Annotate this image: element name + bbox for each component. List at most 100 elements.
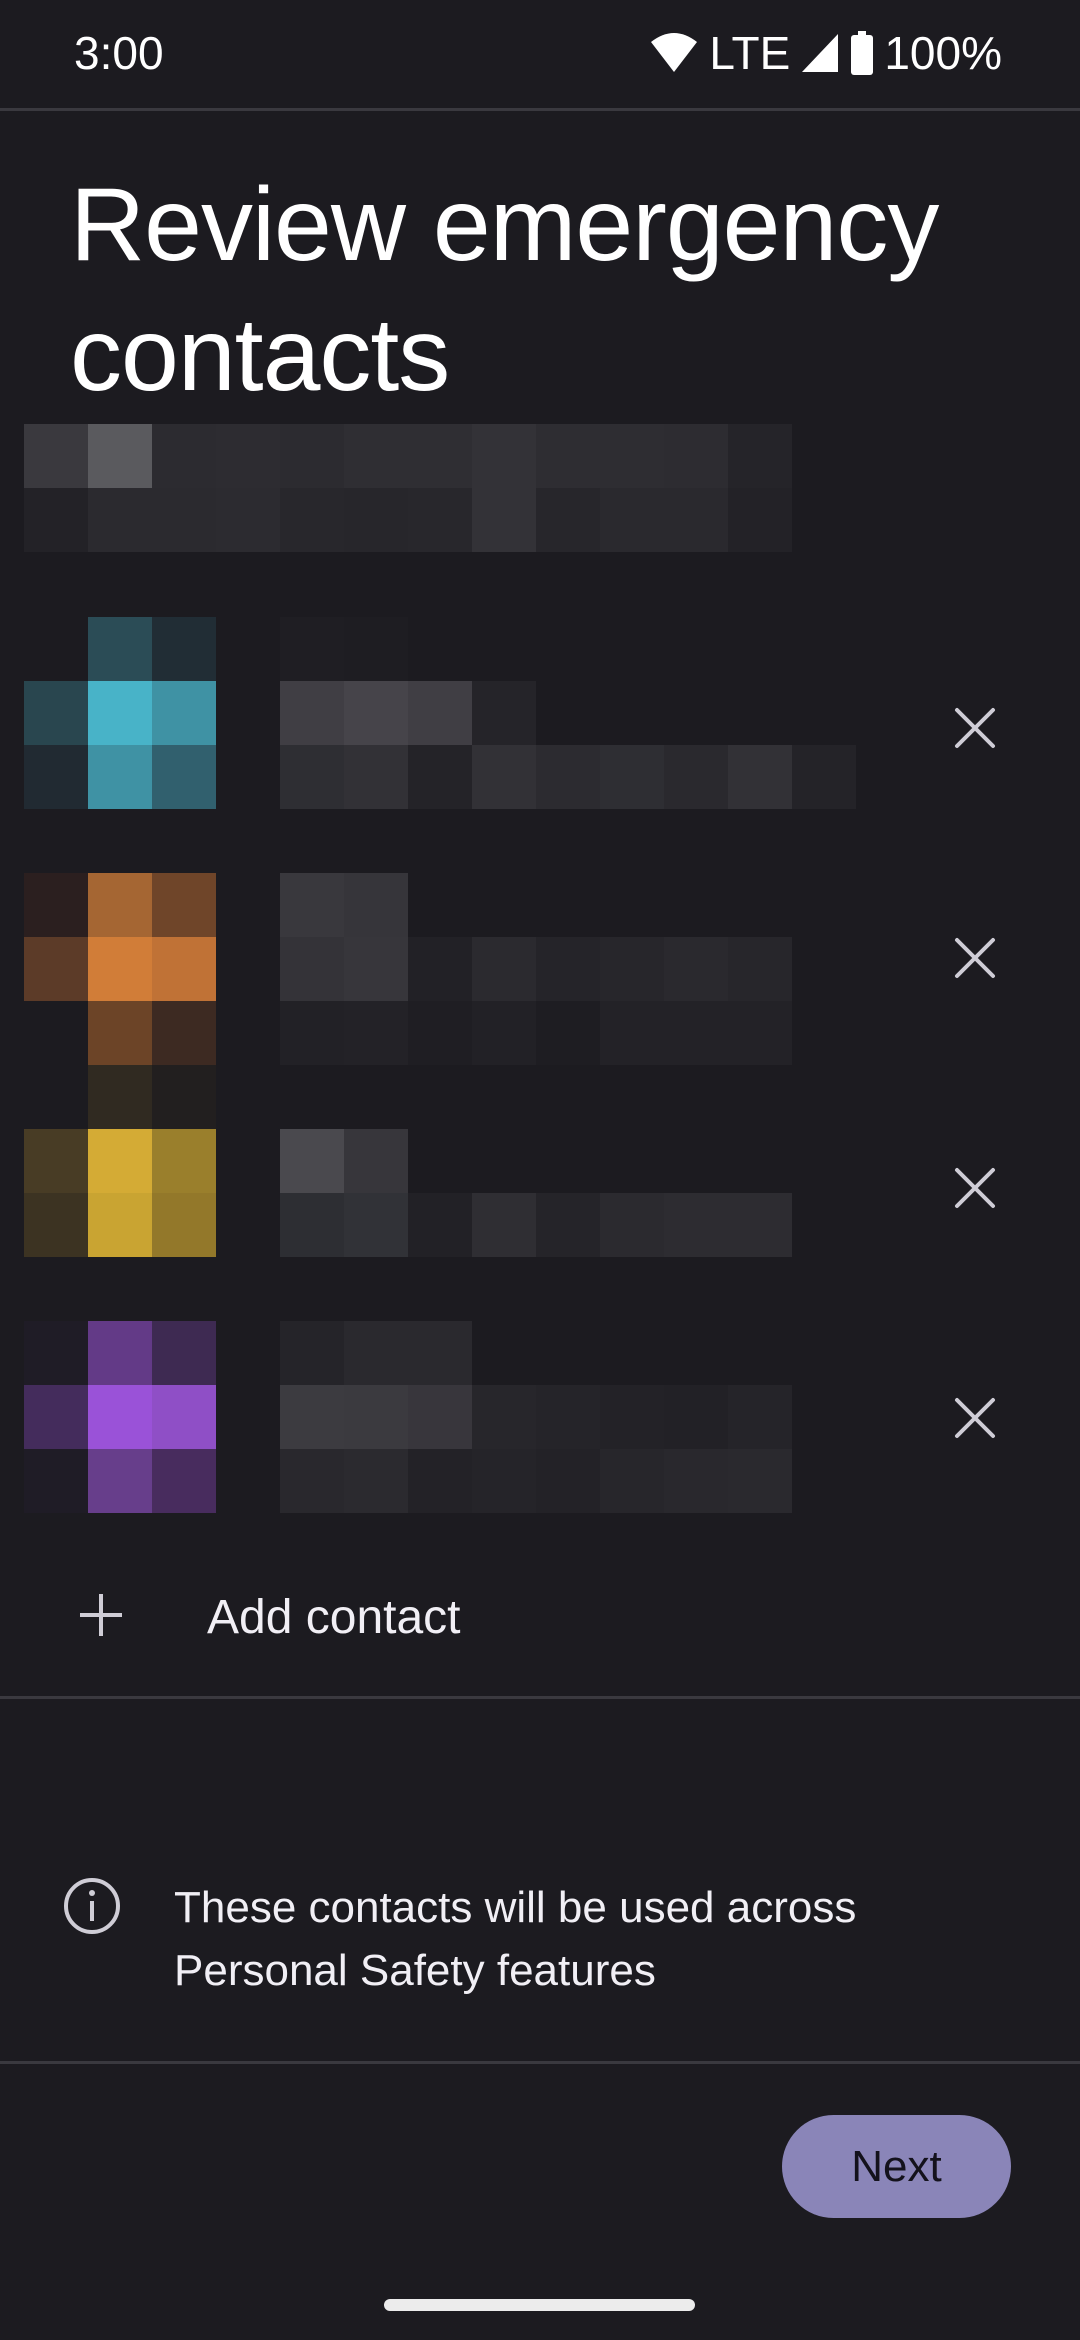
redacted-block	[728, 1449, 792, 1513]
redacted-block	[280, 1129, 344, 1193]
avatar-block	[24, 873, 88, 937]
avatar-block	[88, 681, 152, 745]
avatar-block	[88, 1321, 152, 1385]
redacted-block	[472, 1001, 536, 1065]
redacted-block	[280, 617, 344, 681]
redacted-block	[88, 488, 152, 552]
redacted-block	[664, 745, 728, 809]
redacted-block	[408, 1385, 472, 1449]
status-time: 3:00	[74, 27, 164, 79]
avatar-block	[24, 745, 88, 809]
close-icon	[953, 936, 997, 985]
redacted-block	[280, 873, 344, 937]
redacted-block	[600, 1385, 664, 1449]
redacted-block	[408, 1193, 472, 1257]
redacted-block	[664, 937, 728, 1001]
redacted-block	[408, 1321, 472, 1385]
add-contact-label: Add contact	[207, 1591, 461, 1644]
redacted-block	[472, 488, 536, 552]
redacted-block	[280, 1321, 344, 1385]
redacted-block	[24, 424, 88, 488]
redacted-block	[472, 681, 536, 745]
redacted-block	[408, 488, 472, 552]
avatar-block	[152, 873, 216, 937]
redacted-block	[728, 1001, 792, 1065]
redacted-block	[728, 1385, 792, 1449]
redacted-block	[280, 681, 344, 745]
redacted-block	[280, 1449, 344, 1513]
redacted-block	[216, 424, 280, 488]
redacted-block	[408, 424, 472, 488]
redacted-block	[344, 1385, 408, 1449]
redacted-block	[600, 937, 664, 1001]
wifi-icon	[649, 32, 699, 74]
avatar-block	[24, 1321, 88, 1385]
next-button[interactable]: Next	[782, 2115, 1011, 2218]
avatar-block	[152, 617, 216, 681]
status-indicators: LTE 100%	[649, 26, 1002, 80]
avatar-block	[88, 745, 152, 809]
avatar-block	[152, 681, 216, 745]
remove-contact-button[interactable]	[940, 1385, 1010, 1455]
redacted-block	[600, 488, 664, 552]
redacted-block	[472, 937, 536, 1001]
redacted-block	[408, 745, 472, 809]
redacted-block	[344, 681, 408, 745]
battery-icon	[850, 31, 874, 75]
footer-divider	[0, 2061, 1080, 2064]
redacted-block	[728, 424, 792, 488]
redacted-block	[664, 1385, 728, 1449]
redacted-block	[664, 1001, 728, 1065]
avatar-block	[88, 873, 152, 937]
redacted-block	[536, 424, 600, 488]
close-icon	[953, 706, 997, 755]
avatar-block	[88, 937, 152, 1001]
redacted-block	[344, 424, 408, 488]
redacted-block	[280, 488, 344, 552]
redacted-block	[280, 1385, 344, 1449]
redacted-block	[472, 424, 536, 488]
redacted-block	[280, 937, 344, 1001]
redacted-block	[728, 745, 792, 809]
avatar-block	[88, 1193, 152, 1257]
redacted-block	[344, 745, 408, 809]
redacted-block	[344, 937, 408, 1001]
page-title: Review emergency contacts	[70, 167, 939, 413]
avatar-block	[24, 1385, 88, 1449]
avatar-block	[24, 681, 88, 745]
redacted-block	[344, 1449, 408, 1513]
redacted-block	[472, 745, 536, 809]
redacted-block	[536, 1193, 600, 1257]
home-indicator[interactable]	[384, 2299, 695, 2311]
avatar-block	[152, 1321, 216, 1385]
remove-contact-button[interactable]	[940, 695, 1010, 765]
status-bar: 3:00 LTE 100%	[0, 0, 1080, 110]
redacted-block	[152, 424, 216, 488]
avatar-block	[88, 1385, 152, 1449]
redacted-block	[280, 1001, 344, 1065]
avatar-block	[88, 1001, 152, 1065]
redacted-block	[88, 424, 152, 488]
redacted-block	[600, 1001, 664, 1065]
redacted-block	[728, 488, 792, 552]
redacted-block	[344, 1193, 408, 1257]
status-divider	[0, 108, 1080, 111]
add-contact-button[interactable]: Add contact	[0, 1560, 1080, 1670]
redacted-block	[408, 681, 472, 745]
remove-contact-button[interactable]	[940, 1155, 1010, 1225]
redacted-block	[344, 873, 408, 937]
avatar-block	[152, 1193, 216, 1257]
redacted-block	[536, 1385, 600, 1449]
redacted-block	[408, 1001, 472, 1065]
remove-contact-button[interactable]	[940, 925, 1010, 995]
avatar-block	[152, 1001, 216, 1065]
battery-percent: 100%	[884, 27, 1002, 79]
cell-signal-icon	[800, 32, 840, 74]
redacted-block	[152, 488, 216, 552]
redacted-block	[728, 1193, 792, 1257]
redacted-block	[536, 745, 600, 809]
redacted-block	[344, 617, 408, 681]
redacted-block	[344, 488, 408, 552]
redacted-block	[344, 1321, 408, 1385]
close-icon	[953, 1166, 997, 1215]
